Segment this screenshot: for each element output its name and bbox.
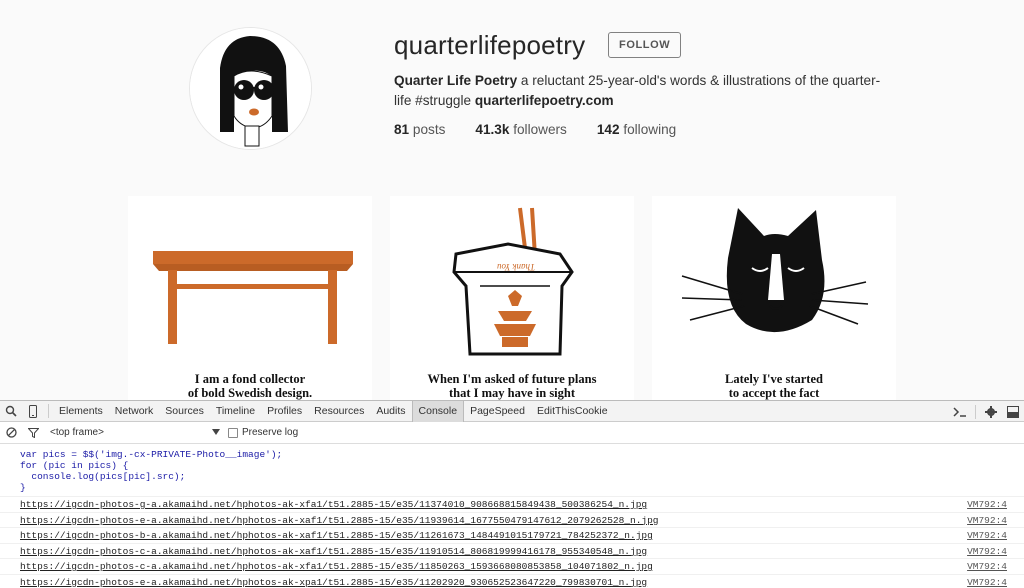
profile-full-name: Quarter Life Poetry [394,73,518,88]
console-output: var pics = $$('img.-cx-PRIVATE-Photo__im… [0,444,1024,588]
frame-selector-value: <top frame> [50,427,104,438]
photo-grid: I am a fond collector of bold Swedish de… [128,196,900,400]
log-url-link[interactable]: https://igcdn-photos-g-a.akamaihd.net/hp… [20,499,647,510]
clear-console-icon[interactable] [0,422,22,443]
log-url-link[interactable]: https://igcdn-photos-c-a.akamaihd.net/hp… [20,546,647,557]
tab-elements[interactable]: Elements [53,401,109,422]
devtools-panel: Elements Network Sources Timeline Profil… [0,400,1024,588]
profile-bio: Quarter Life Poetry a reluctant 25-year-… [394,71,894,111]
tab-resources[interactable]: Resources [308,401,370,422]
post-caption-2-line-1: When I'm asked of future plans [427,372,597,386]
post-caption-2-line-2: that I may have in sight [448,386,576,400]
tab-profiles[interactable]: Profiles [261,401,308,422]
log-source-link[interactable]: VM792:4 [967,544,1007,559]
profile-header: quarterlifepoetry FOLLOW Quarter Life Po… [0,0,1024,196]
console-log-row: https://igcdn-photos-c-a.akamaihd.net/hp… [0,558,1024,574]
following-count: 142 [596,122,620,137]
controls-separator [975,404,976,419]
preserve-log-checkbox[interactable] [228,427,238,438]
posts-stat: 81 posts [394,122,445,137]
post-caption-1-line-2: of bold Swedish design. [187,386,313,400]
tab-pagespeed[interactable]: PageSpeed [464,401,531,422]
console-log-row: https://igcdn-photos-g-a.akamaihd.net/hp… [0,496,1024,512]
code-line: var pics = $$('img.-cx-PRIVATE-Photo__im… [20,449,283,460]
preserve-log-option[interactable]: Preserve log [228,427,298,438]
avatar-illustration [190,28,311,149]
console-log-row: https://igcdn-photos-c-a.akamaihd.net/hp… [0,542,1024,559]
log-source-link[interactable]: VM792:4 [967,497,1007,512]
tab-editthiscookie[interactable]: EditThisCookie [531,401,614,422]
followers-stat[interactable]: 41.3k followers [475,122,566,137]
log-url-link[interactable]: https://igcdn-photos-e-a.akamaihd.net/hp… [20,577,647,588]
posts-count: 81 [394,122,410,137]
tab-separator [48,404,49,418]
search-icon[interactable] [0,401,22,422]
console-log-row: https://igcdn-photos-e-a.akamaihd.net/hp… [0,573,1024,588]
profile-website-link[interactable]: quarterlifepoetry.com [475,93,614,108]
tab-timeline[interactable]: Timeline [210,401,261,422]
follow-button[interactable]: FOLLOW [608,32,682,58]
gear-icon[interactable] [980,401,1002,422]
log-source-link[interactable]: VM792:4 [967,513,1007,528]
log-url-link[interactable]: https://igcdn-photos-b-a.akamaihd.net/hp… [20,530,653,541]
log-url-link[interactable]: https://igcdn-photos-e-a.akamaihd.net/hp… [20,515,659,526]
takeout-box-illustration [452,207,574,356]
following-label: following [619,122,677,137]
code-line: } [20,482,26,493]
tab-console[interactable]: Console [411,400,465,422]
profile-username: quarterlifepoetry [394,30,586,60]
log-url-link[interactable]: https://igcdn-photos-c-a.akamaihd.net/hp… [20,561,653,572]
log-source-link[interactable]: VM792:4 [967,559,1007,574]
followers-label: followers [509,122,567,137]
post-caption-3-line-2: to accept the fact [728,386,820,400]
code-line: for (pic in pics) { [20,460,129,471]
dropdown-arrow-icon [212,427,220,438]
post-tile-cat[interactable]: Lately I've started to accept the fact [652,196,896,400]
profile-avatar[interactable] [189,27,312,150]
frame-selector[interactable]: <top frame> [50,427,220,438]
log-source-link[interactable]: VM792:4 [967,575,1007,588]
console-toolbar: <top frame> Preserve log [0,422,1024,444]
devtools-tab-bar: Elements Network Sources Timeline Profil… [0,400,1024,422]
tab-network[interactable]: Network [109,401,160,422]
followers-count: 41.3k [475,122,510,137]
black-cat-illustration [681,208,869,333]
tab-sources[interactable]: Sources [159,401,210,422]
post-caption-3-line-1: Lately I've started [725,372,823,386]
profile-stats: 81 posts 41.3k followers 142 following [394,122,676,137]
mobile-device-icon[interactable] [22,401,44,422]
console-log-row: https://igcdn-photos-b-a.akamaihd.net/hp… [0,527,1024,543]
log-source-link[interactable]: VM792:4 [967,528,1007,543]
code-line: console.log(pics[pic].src); [20,471,186,482]
table-illustration [153,251,353,344]
filter-icon[interactable] [22,422,44,443]
takeout-box-text: Thank You [497,262,535,272]
console-log-row: https://igcdn-photos-e-a.akamaihd.net/hp… [0,511,1024,528]
preserve-log-label: Preserve log [242,427,299,438]
posts-label: posts [409,122,446,137]
dock-icon[interactable] [1002,401,1024,422]
devtools-right-controls [949,401,1024,422]
post-tile-takeout[interactable]: When I'm asked of future plans that I ma… [390,196,634,400]
console-code-block: var pics = $$('img.-cx-PRIVATE-Photo__im… [0,444,1024,496]
console-prompt-icon[interactable] [949,401,971,422]
post-caption-1-line-1: I am a fond collector [194,372,306,386]
following-stat[interactable]: 142 following [597,122,676,137]
post-tile-table[interactable]: I am a fond collector of bold Swedish de… [128,196,372,400]
tab-audits[interactable]: Audits [370,401,411,422]
